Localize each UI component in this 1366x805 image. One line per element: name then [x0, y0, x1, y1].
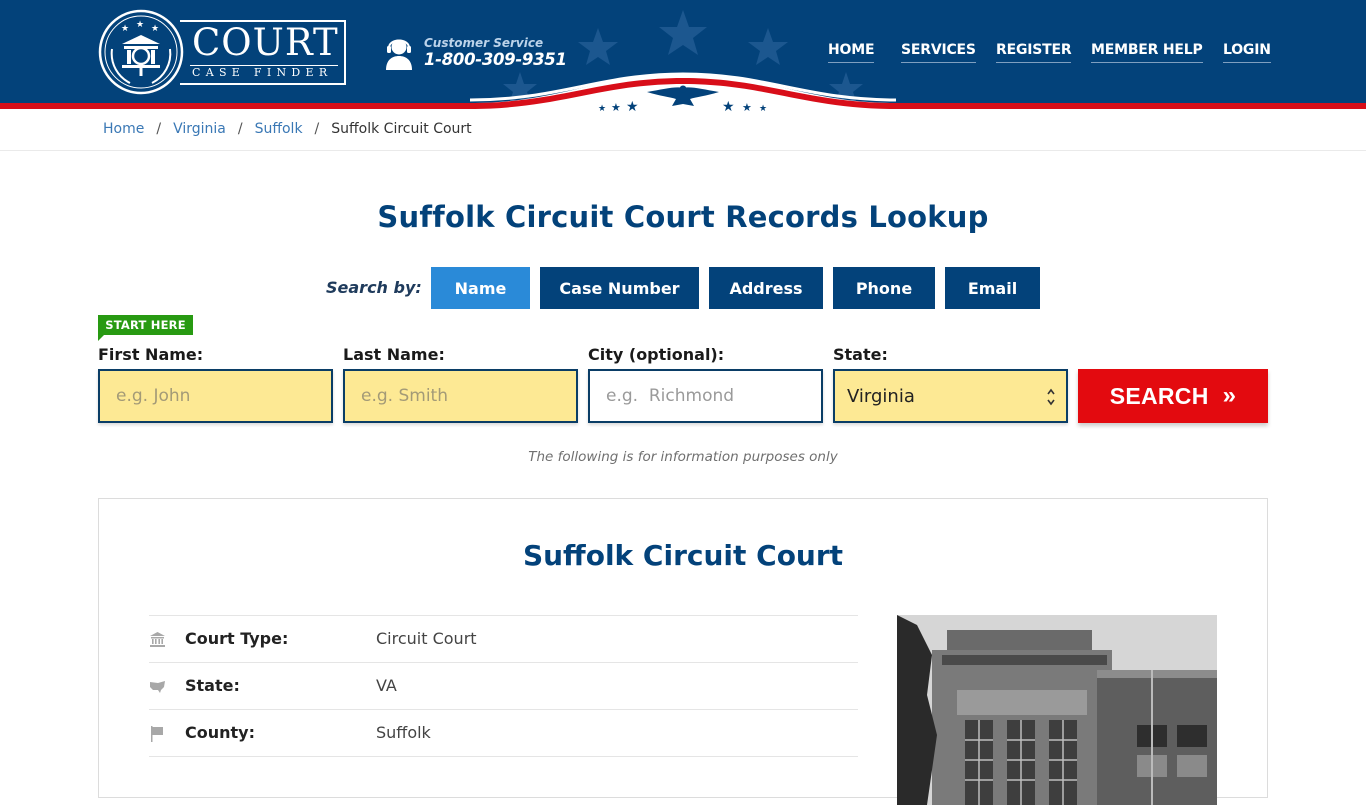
- tab-name[interactable]: Name: [431, 267, 530, 309]
- nav-login[interactable]: LOGIN: [1223, 42, 1271, 63]
- info-disclaimer: The following is for information purpose…: [528, 449, 838, 465]
- state-label: State:: [833, 345, 888, 364]
- svg-text:★: ★: [722, 99, 735, 112]
- first-name-label: First Name:: [98, 345, 204, 364]
- headset-support-icon: [386, 39, 412, 70]
- last-name-label: Last Name:: [343, 345, 445, 364]
- nav-member-help[interactable]: MEMBER HELP: [1091, 42, 1203, 63]
- state-select[interactable]: Virginia: [833, 369, 1068, 423]
- customer-service-phone[interactable]: 1-800-309-9351: [424, 50, 567, 69]
- breadcrumb-suffolk[interactable]: Suffolk: [255, 121, 303, 137]
- tab-email[interactable]: Email: [945, 267, 1040, 309]
- state-label: State:: [185, 676, 240, 695]
- tab-case-number[interactable]: Case Number: [540, 267, 699, 309]
- nav-services[interactable]: SERVICES: [901, 42, 976, 63]
- breadcrumb-home[interactable]: Home: [103, 121, 144, 137]
- tab-address[interactable]: Address: [709, 267, 823, 309]
- svg-text:★: ★: [598, 104, 606, 112]
- courthouse-icon: [150, 632, 165, 647]
- select-arrows-icon: [1047, 388, 1055, 406]
- court-type-label: Court Type:: [185, 629, 289, 648]
- city-label: City (optional):: [588, 345, 725, 364]
- start-here-badge: START HERE: [98, 315, 193, 341]
- double-chevron-right-icon: »: [1222, 382, 1237, 409]
- court-type-value: Circuit Court: [376, 629, 477, 648]
- state-row: State: VA: [149, 662, 858, 709]
- court-name-heading: Suffolk Circuit Court: [522, 539, 844, 572]
- site-header: ★ ★ ★ ★ ★ ★ ★ ★ ★ COURT CASE FINDER Cust…: [0, 0, 1366, 112]
- search-button-label: SEARCH: [1109, 382, 1209, 409]
- courthouse-building-image: [897, 615, 1217, 805]
- svg-text:★: ★: [151, 24, 159, 34]
- state-value: VA: [376, 676, 397, 695]
- nav-home[interactable]: HOME: [828, 42, 875, 63]
- state-select-value: Virginia: [847, 385, 915, 407]
- breadcrumb: Home / Virginia / Suffolk / Suffolk Circuit Co…: [103, 121, 472, 137]
- svg-text:★: ★: [121, 24, 129, 34]
- usa-map-icon: [150, 681, 165, 693]
- star-icon: [748, 28, 788, 65]
- breadcrumb-current: Suffolk Circuit Court: [331, 121, 472, 137]
- court-details-table: Court Type: Circuit Court State: VA Coun…: [149, 615, 858, 757]
- svg-text:★: ★: [626, 99, 639, 112]
- star-icon: [578, 28, 618, 65]
- breadcrumb-virginia[interactable]: Virginia: [173, 121, 226, 137]
- flag-icon: [151, 726, 163, 742]
- svg-text:★: ★: [742, 101, 752, 112]
- last-name-input[interactable]: [343, 369, 578, 423]
- courthouse-emblem-icon: ★ ★ ★: [98, 9, 184, 95]
- svg-text:★: ★: [136, 20, 144, 30]
- county-row: County: Suffolk: [149, 709, 858, 756]
- nav-register[interactable]: REGISTER: [996, 42, 1072, 63]
- page-title: Suffolk Circuit Court Records Lookup: [377, 200, 989, 234]
- star-icon: [659, 10, 707, 55]
- tab-phone[interactable]: Phone: [833, 267, 935, 309]
- court-info-card: Suffolk Circuit Court Court Type: Circui…: [98, 498, 1268, 805]
- court-type-row: Court Type: Circuit Court: [149, 615, 858, 662]
- site-logo[interactable]: ★ ★ ★ COURT CASE FINDER: [98, 9, 348, 97]
- svg-text:★: ★: [611, 101, 621, 112]
- county-value: Suffolk: [376, 723, 431, 742]
- city-input[interactable]: [588, 369, 823, 423]
- search-by-label: Search by:: [326, 278, 422, 297]
- county-label: County:: [185, 723, 255, 742]
- customer-service-label: Customer Service: [424, 36, 544, 50]
- logo-subtitle: CASE FINDER: [192, 66, 333, 79]
- search-button[interactable]: SEARCH »: [1078, 369, 1268, 423]
- table-bottom-border: [149, 756, 858, 757]
- svg-text:★: ★: [759, 104, 767, 112]
- first-name-input[interactable]: [98, 369, 333, 423]
- logo-title: COURT: [192, 21, 339, 64]
- breadcrumb-separator: /: [314, 121, 320, 137]
- breadcrumb-divider: [0, 150, 1366, 151]
- breadcrumb-separator: /: [237, 121, 243, 137]
- courthouse-photo: [897, 615, 1217, 805]
- breadcrumb-separator: /: [156, 121, 162, 137]
